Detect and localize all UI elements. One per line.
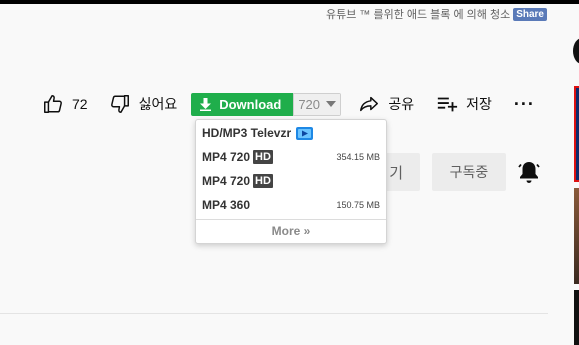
hd-badge: HD [253,150,273,164]
menu-item-televzr[interactable]: HD/MP3 Televzr [202,123,380,143]
hd-badge: HD [253,174,273,188]
more-formats-link[interactable]: More » [196,221,386,241]
menu-divider [196,219,386,220]
more-icon[interactable]: ··· [514,94,535,115]
televzr-icon [296,126,314,140]
save-button[interactable]: 저장 [436,93,492,115]
menu-item-size: 354.15 MB [336,152,380,162]
divider [0,313,548,314]
adblock-notice: 유튜브 ™ 를위한 애드 블록 에 의해 청소 Share [326,6,547,22]
menu-item-label: HD/MP3 Televzr [202,126,292,140]
share-badge[interactable]: Share [513,7,547,21]
menu-item-label: MP4 360 [202,198,251,212]
menu-item-label: MP4 720 [202,150,251,164]
quality-select[interactable]: 720 [293,92,342,116]
subscribed-label: 구독중 [449,164,489,180]
like-button[interactable]: 72 [42,93,88,115]
subscribed-button[interactable]: 구독중 [432,153,506,191]
download-control: Download 720 [191,92,342,116]
menu-item-mp4-360[interactable]: MP4 360 150.75 MB [202,195,380,215]
download-label: Download [219,96,282,112]
menu-item-label: MP4 720 [202,174,251,188]
download-arrow-icon [200,97,212,111]
top-bar [0,0,579,4]
thumbs-down-icon [110,95,129,113]
dislike-button[interactable]: 싫어요 [109,93,178,115]
share-button[interactable]: 공유 [358,93,414,115]
channel-avatar[interactable] [573,38,579,64]
download-button[interactable]: Download [191,92,294,116]
adblock-notice-text: 유튜브 ™ 를위한 애드 블록 에 의해 청소 [326,9,511,21]
related-video-thumbnail[interactable] [574,290,579,345]
bell-icon[interactable] [518,160,540,184]
save-label: 저장 [466,96,492,112]
share-arrow-icon [360,96,379,112]
quality-value: 720 [298,96,321,112]
caret-down-icon [326,101,337,107]
thumbs-up-icon [44,95,62,113]
menu-item-mp4-720[interactable]: MP4 720 HD 354.15 MB [202,147,380,167]
more-label: ··· [513,93,535,114]
menu-item-size: 150.75 MB [336,200,380,210]
related-video-thumbnail[interactable] [574,86,579,182]
menu-item-mp4-720[interactable]: MP4 720 HD [202,171,380,191]
like-count: 72 [72,96,88,112]
download-menu: HD/MP3 Televzr MP4 720 HD 354.15 MB MP4 … [195,119,387,244]
dislike-label: 싫어요 [138,96,178,112]
related-video-thumbnail[interactable] [574,188,579,284]
add-to-playlist-icon [437,97,458,112]
share-label: 공유 [388,96,415,112]
join-label: 기 [389,164,403,182]
video-actions: 72 싫어요 Download 720 공유 저장 ··· [42,90,535,118]
